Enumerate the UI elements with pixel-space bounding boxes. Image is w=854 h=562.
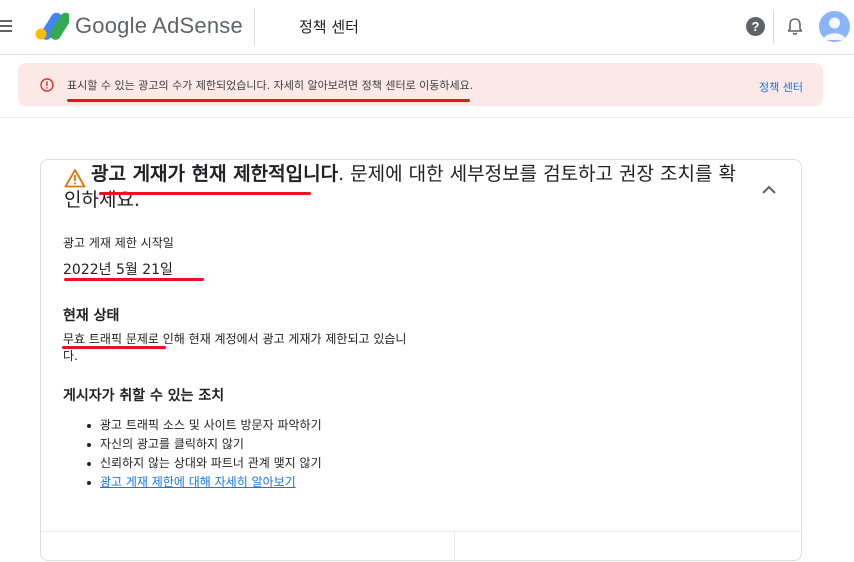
learn-more-link[interactable]: 광고 게재 제한에 대해 자세히 알아보기 — [100, 475, 296, 489]
card-title-bold: 광고 게재가 현재 제한적입니다 — [91, 163, 339, 185]
brand-name[interactable]: Google AdSense — [75, 13, 243, 39]
annotation-underline — [62, 346, 166, 349]
user-avatar-icon — [823, 17, 846, 40]
header-divider — [254, 8, 255, 46]
list-item: 신뢰하지 않는 상대와 파트너 관계 맺지 않기 — [87, 454, 322, 473]
card-title: 광고 게재가 현재 제한적입니다. 문제에 대한 세부정보를 검토하고 권장 조… — [64, 161, 744, 213]
page-title: 정책 센터 — [299, 18, 359, 36]
actions-list: 광고 트래픽 소스 및 사이트 방문자 파악하기 자신의 광고를 클릭하지 않기… — [63, 416, 322, 492]
limit-details-card: 광고 게재가 현재 제한적입니다. 문제에 대한 세부정보를 검토하고 권장 조… — [40, 159, 802, 562]
list-item: 광고 트래픽 소스 및 사이트 방문자 파악하기 — [87, 416, 322, 435]
alert-message: 표시할 수 있는 광고의 수가 제한되었습니다. 자세히 알아보려면 정책 센터… — [67, 79, 474, 92]
card-footer-divider — [41, 531, 801, 532]
annotation-underline — [99, 192, 311, 195]
start-date-label: 광고 게재 제한 시작일 — [63, 236, 174, 250]
error-icon — [40, 78, 54, 92]
annotation-underline — [64, 278, 204, 281]
account-avatar[interactable] — [819, 11, 850, 42]
list-item: 광고 게재 제한에 대해 자세히 알아보기 — [87, 473, 322, 492]
svg-text:?: ? — [752, 19, 760, 34]
top-bar: Google AdSense 정책 센터 ? — [0, 0, 854, 55]
section-divider — [0, 117, 854, 118]
collapse-chevron-icon[interactable] — [759, 180, 779, 200]
policy-center-link[interactable]: 정책 센터 — [759, 79, 803, 95]
card-footer-column-divider — [454, 532, 455, 562]
menu-icon[interactable] — [0, 16, 14, 36]
status-heading: 현재 상태 — [63, 308, 120, 324]
help-icon[interactable]: ? — [745, 16, 766, 37]
list-item: 자신의 광고를 클릭하지 않기 — [87, 435, 322, 454]
adsense-logo-icon — [35, 12, 69, 40]
actions-heading: 게시자가 취할 수 있는 조치 — [63, 388, 225, 404]
notifications-bell-icon[interactable] — [785, 16, 805, 37]
start-date-value: 2022년 5월 21일 — [63, 262, 173, 278]
header-divider-right — [773, 10, 774, 44]
annotation-underline — [67, 99, 470, 102]
